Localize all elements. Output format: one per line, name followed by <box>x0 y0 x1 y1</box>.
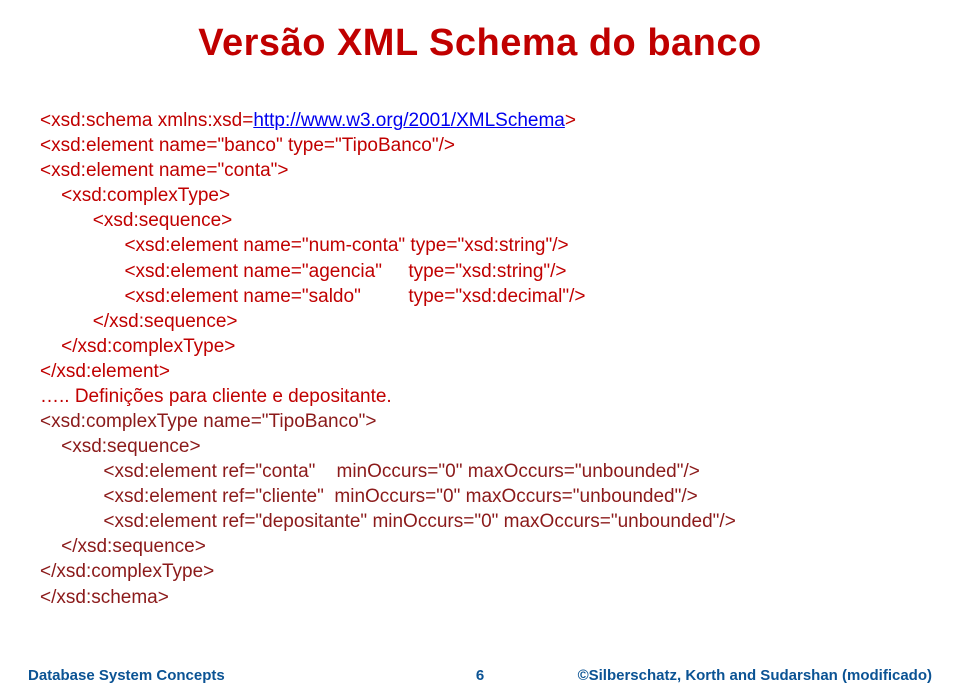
code-line: </xsd:complexType> <box>40 561 214 582</box>
schema-suffix: > <box>565 110 576 131</box>
code-line: </xsd:element> <box>40 361 170 382</box>
code-line: <xsd:element ref="conta" minOccurs="0" m… <box>40 461 700 482</box>
code-line: <xsd:element ref="cliente" minOccurs="0"… <box>40 486 698 507</box>
code-line: <xsd:element name="conta"> <box>40 160 289 181</box>
code-line: </xsd:complexType> <box>40 336 235 357</box>
code-line: <xsd:element name="saldo" type="xsd:deci… <box>40 286 586 307</box>
code-line: <xsd:element name="num-conta" type="xsd:… <box>40 235 569 256</box>
code-line: </xsd:sequence> <box>40 536 206 557</box>
schema-url-link[interactable]: http://www.w3.org/2001/XMLSchema <box>253 110 565 131</box>
slide-title: Versão XML Schema do banco <box>40 22 920 65</box>
code-line: </xsd:schema> <box>40 587 169 608</box>
footer-right: ©Silberschatz, Korth and Sudarshan (modi… <box>578 667 932 684</box>
slide: Versão XML Schema do banco <xsd:schema x… <box>0 0 960 610</box>
code-line: <xsd:complexType name="TipoBanco"> <box>40 411 377 432</box>
code-line: </xsd:sequence> <box>40 311 238 332</box>
code-line: <xsd:sequence> <box>40 436 201 457</box>
code-line: ….. Definições para cliente e depositant… <box>40 386 392 407</box>
code-line: <xsd:sequence> <box>40 210 232 231</box>
code-line: <xsd:element name="banco" type="TipoBanc… <box>40 135 455 156</box>
footer-page-number: 6 <box>476 667 484 684</box>
code-line: <xsd:complexType> <box>40 185 230 206</box>
code-line: <xsd:element name="agencia" type="xsd:st… <box>40 261 567 282</box>
schema-prefix: <xsd:schema xmlns:xsd= <box>40 110 253 131</box>
line-schema-open: <xsd:schema xmlns:xsd=http://www.w3.org/… <box>40 110 576 131</box>
code-line: <xsd:element ref="depositante" minOccurs… <box>40 511 736 532</box>
footer-left: Database System Concepts <box>28 667 225 684</box>
slide-footer: Database System Concepts 6 ©Silberschatz… <box>0 667 960 684</box>
code-block: <xsd:schema xmlns:xsd=http://www.w3.org/… <box>40 83 920 610</box>
